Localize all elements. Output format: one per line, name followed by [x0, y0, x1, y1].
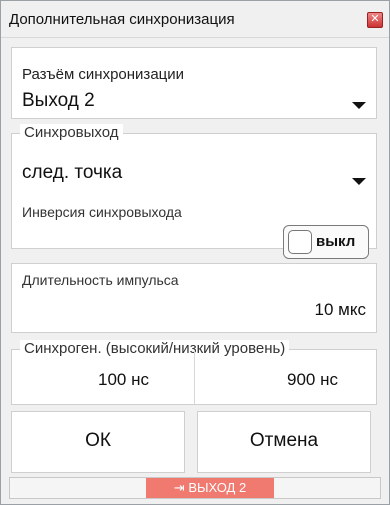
dialog-window: Дополнительная синхронизация ✕ Разъём си… [0, 0, 390, 505]
sync-connector-select[interactable]: Разъём синхронизации Выход 2 [11, 47, 377, 119]
sync-output-value[interactable]: след. точка [22, 162, 122, 184]
dropdown-arrow-icon [352, 102, 366, 109]
sync-gen-low-field[interactable]: 900 нс [194, 350, 376, 404]
sync-gen-group: Синхроген. (высокий/низкий уровень) 100 … [11, 340, 377, 405]
sync-output-legend: Синхровыход [20, 124, 123, 141]
sync-gen-high-field[interactable]: 100 нс [12, 350, 193, 404]
sync-gen-low-value: 900 нс [287, 370, 338, 389]
dropdown-arrow-icon[interactable] [352, 178, 366, 185]
output-arrow-icon: ⇥ [173, 480, 185, 495]
inversion-label: Инверсия синхровыхода [22, 204, 182, 220]
close-icon[interactable]: ✕ [367, 12, 383, 28]
status-bar: ⇥ ВЫХОД 2 [9, 477, 381, 499]
output-status-text: ВЫХОД 2 [188, 480, 247, 495]
ok-button[interactable]: ОК [11, 411, 185, 473]
pulse-duration-label: Длительность импульса [22, 272, 179, 288]
inversion-toggle[interactable]: выкл [283, 225, 369, 259]
cancel-button[interactable]: Отмена [197, 411, 371, 473]
pulse-duration-value: 10 мкс [314, 300, 366, 319]
title-bar: Дополнительная синхронизация ✕ [1, 1, 389, 38]
toggle-knob [288, 230, 312, 254]
pulse-duration-field[interactable]: Длительность импульса 10 мкс [11, 263, 377, 333]
output-status-badge: ⇥ ВЫХОД 2 [146, 478, 274, 498]
dialog-title: Дополнительная синхронизация [9, 11, 235, 28]
toggle-state: выкл [316, 233, 356, 250]
sync-connector-value: Выход 2 [22, 90, 95, 111]
sync-connector-label: Разъём синхронизации [22, 66, 185, 83]
sync-gen-high-value: 100 нс [98, 370, 149, 389]
